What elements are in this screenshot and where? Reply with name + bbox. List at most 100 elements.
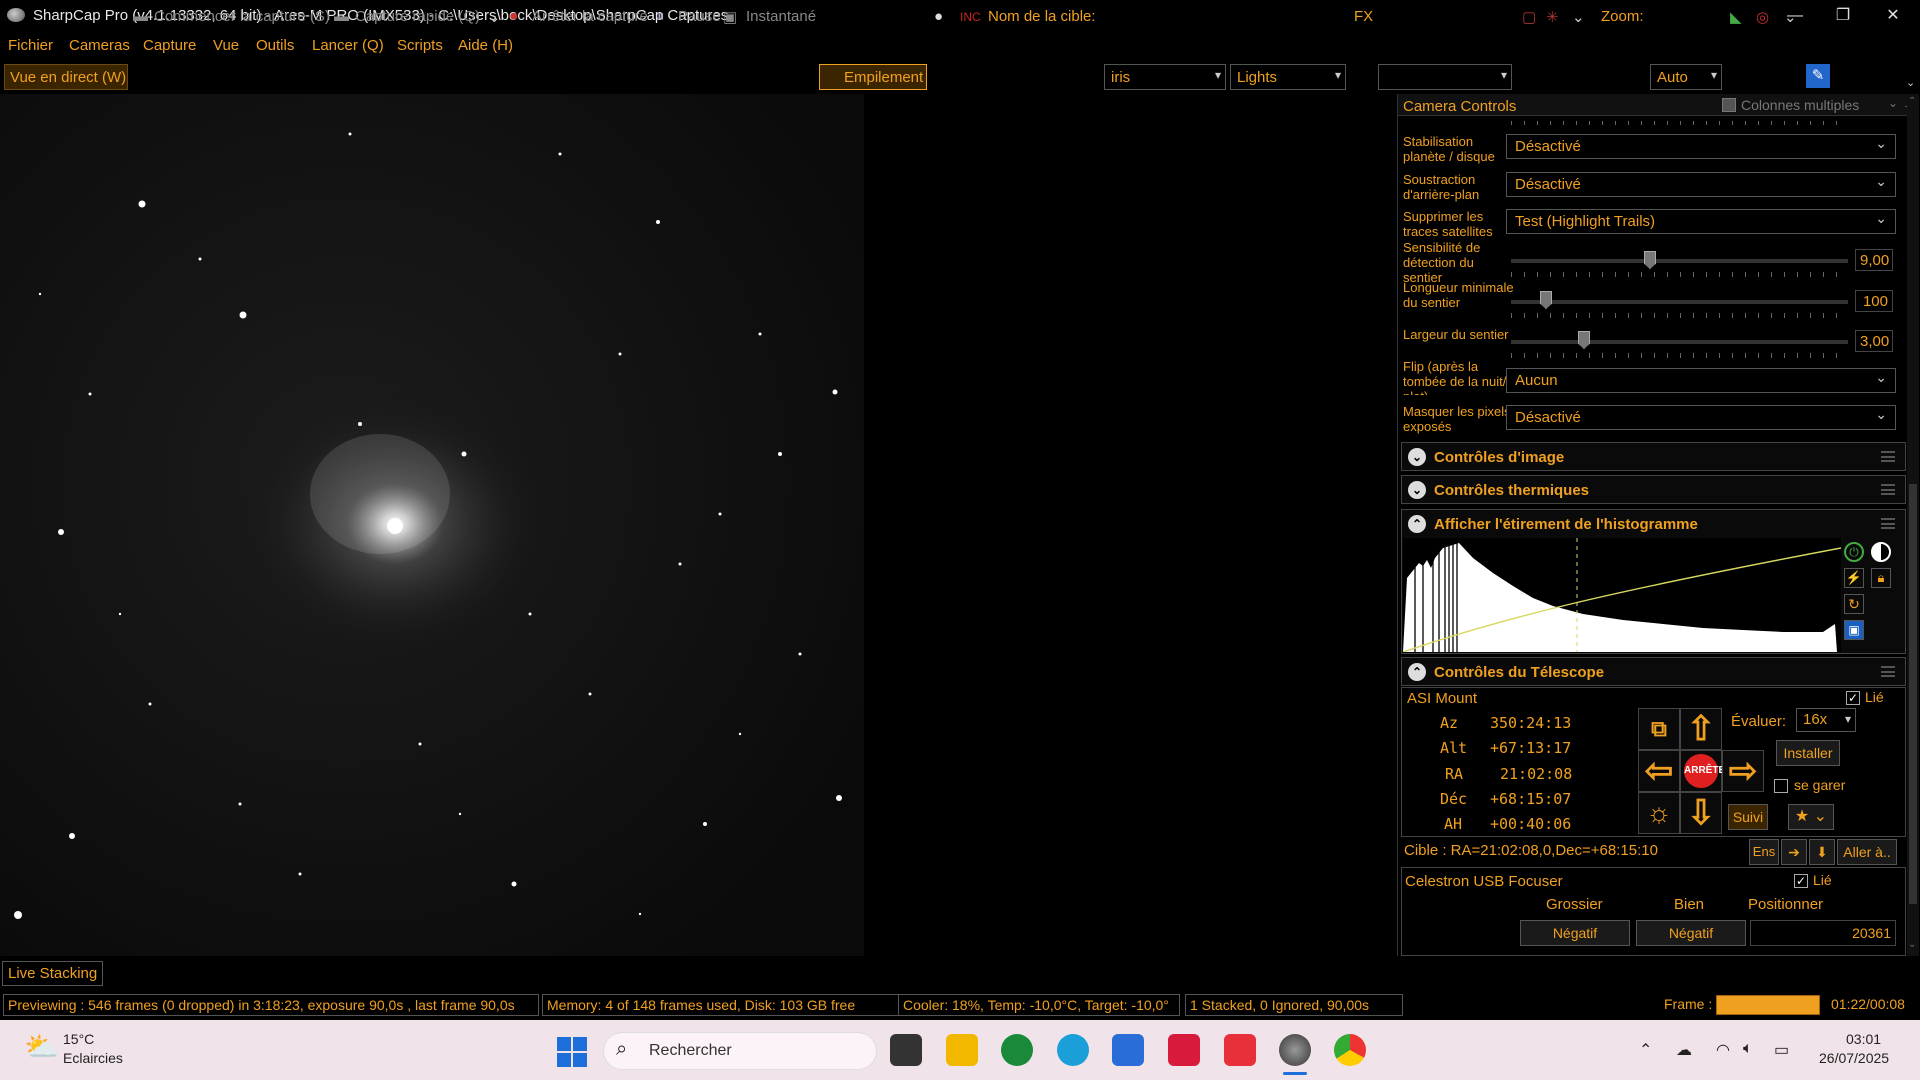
task-view-icon[interactable] <box>890 1034 922 1066</box>
windows-start-icon[interactable] <box>557 1037 587 1067</box>
set-button[interactable]: Ens <box>1749 839 1779 865</box>
trail-min-length-value[interactable]: 100 <box>1855 290 1893 312</box>
contrast-icon[interactable] <box>1871 542 1891 562</box>
menu-launch[interactable]: Lancer (Q) <box>312 37 384 54</box>
histogram-icon[interactable]: ◣ <box>1730 8 1742 26</box>
edge-icon[interactable] <box>1057 1034 1089 1066</box>
histogram-chart[interactable] <box>1403 538 1841 652</box>
save-icon[interactable]: ▣ <box>1844 620 1864 640</box>
coarse-negative-button[interactable]: Négatif <box>1520 920 1630 946</box>
stop-button[interactable]: ARRÊTE <box>1680 750 1725 792</box>
snapshot-button[interactable]: Instantané <box>746 8 816 25</box>
focuser-linked-checkbox[interactable]: ✓ <box>1794 874 1808 888</box>
fine-negative-button[interactable]: Négatif <box>1636 920 1746 946</box>
arrow-right-icon-2[interactable]: ➔ <box>1781 839 1807 865</box>
target-name-input[interactable]: iris <box>1104 64 1226 90</box>
park-checkbox[interactable] <box>1774 779 1788 793</box>
multi-columns-checkbox[interactable] <box>1722 98 1736 112</box>
weather-icon[interactable]: ⛅ <box>24 1030 59 1063</box>
close-button[interactable]: ✕ <box>1870 0 1916 31</box>
scroll-up-icon[interactable]: ⌃ <box>1908 96 1916 107</box>
background-subtraction-select[interactable]: Désactivé <box>1506 172 1896 197</box>
trail-width-slider[interactable] <box>1511 340 1848 344</box>
section-thermal-controls[interactable]: ⌄ Contrôles thermiques <box>1401 475 1906 504</box>
script-icon[interactable]: ✎ <box>1806 64 1830 88</box>
chevron-up-icon[interactable]: ⌃ <box>1408 515 1426 533</box>
fx-select[interactable] <box>1378 64 1512 90</box>
volume-icon[interactable]: 🔈︎ <box>1743 1040 1753 1058</box>
lightning-icon[interactable]: ⚡ <box>1844 568 1864 588</box>
trail-width-value[interactable]: 3,00 <box>1855 330 1893 352</box>
focus-box-icon[interactable]: ⧉ <box>1638 708 1680 750</box>
maximize-button[interactable]: ❐ <box>1820 0 1866 31</box>
arrow-down-icon-2[interactable]: ⬇ <box>1809 839 1835 865</box>
drag-grip-icon[interactable] <box>1881 484 1895 495</box>
scroll-down-icon[interactable]: ⌄ <box>1908 939 1916 950</box>
inc-icon[interactable]: INC <box>960 10 981 24</box>
panel-scrollbar[interactable]: ⌃ ⌄ <box>1907 94 1919 956</box>
stop-capture-button[interactable]: Arrêter la capture <box>532 8 648 25</box>
chevron-down-icon[interactable]: ⌄ <box>1408 481 1426 499</box>
menu-file[interactable]: Fichier <box>8 37 53 54</box>
trail-sensitivity-slider[interactable] <box>1511 259 1848 263</box>
reset-icon[interactable]: ↻ <box>1844 594 1864 614</box>
trail-width-thumb[interactable] <box>1578 331 1590 349</box>
menu-help[interactable]: Aide (H) <box>458 37 513 54</box>
menu-view[interactable]: Vue <box>213 37 239 54</box>
taskbar-search[interactable]: ⌕ Rechercher <box>603 1032 877 1070</box>
drag-grip-icon[interactable] <box>1881 451 1895 462</box>
cloud-icon[interactable]: ☁ <box>1676 1040 1692 1060</box>
menu-capture[interactable]: Capture <box>143 37 196 54</box>
wifi-icon[interactable]: ◠ <box>1716 1040 1730 1060</box>
quick-capture-button[interactable]: Capture rapide (Q) <box>355 8 480 25</box>
live-view-button[interactable]: Vue en direct (W) <box>4 64 128 90</box>
arrow-left-icon[interactable]: ⇦ <box>1638 750 1680 792</box>
satellite-trails-select[interactable]: Test (Highlight Trails) <box>1506 209 1896 234</box>
rate-select[interactable]: 16x <box>1796 708 1856 732</box>
tracking-button[interactable]: Suivi <box>1728 804 1768 830</box>
drag-grip-icon[interactable] <box>1881 518 1895 529</box>
install-button[interactable]: Installer <box>1776 740 1840 766</box>
chevron-down-icon-2[interactable]: ⌄ <box>1572 8 1585 26</box>
stabilisation-select[interactable]: Désactivé <box>1506 134 1896 159</box>
power-icon[interactable]: ⏻ <box>1844 542 1864 562</box>
trail-sensitivity-value[interactable]: 9,00 <box>1855 249 1893 271</box>
scrollbar-thumb[interactable] <box>1909 484 1917 904</box>
trail-min-length-thumb[interactable] <box>1540 291 1552 309</box>
section-telescope-controls[interactable]: ⌃ Contrôles du Télescope <box>1401 657 1906 686</box>
chevron-down-icon[interactable]: ⌄ <box>488 8 501 26</box>
menu-tools[interactable]: Outils <box>256 37 294 54</box>
app-icon-red-2[interactable] <box>1224 1034 1256 1066</box>
star-select[interactable]: ★ ⌄ <box>1788 804 1834 830</box>
arrow-up-icon[interactable]: ⇧ <box>1680 708 1722 750</box>
lock-icon[interactable]: 🔒︎ <box>1871 568 1891 588</box>
frame-type-select[interactable]: Lights <box>1230 64 1346 90</box>
store-icon[interactable] <box>1112 1034 1144 1066</box>
arrow-right-icon[interactable]: ⇨ <box>1722 750 1764 792</box>
stacking-button[interactable]: Empilement <box>819 64 927 90</box>
moon-icon[interactable]: ● <box>934 8 943 25</box>
chrome-icon[interactable] <box>1334 1034 1366 1066</box>
mask-exposed-select[interactable]: Désactivé <box>1506 405 1896 430</box>
reticle-icon[interactable]: ▢ <box>1522 8 1536 26</box>
image-preview[interactable] <box>0 94 864 956</box>
start-capture-button[interactable]: Commencer la capture (S) <box>154 8 330 25</box>
mount-linked-checkbox[interactable]: ✓ <box>1846 691 1860 705</box>
goto-button[interactable]: Aller à.. <box>1837 839 1897 865</box>
zoom-select[interactable]: Auto <box>1650 64 1722 90</box>
chevron-up-icon[interactable]: ⌃ <box>1408 663 1426 681</box>
focuser-position-value[interactable]: 20361 <box>1750 920 1896 946</box>
battery-icon[interactable]: ▭ <box>1774 1040 1789 1060</box>
app-icon-green[interactable] <box>1001 1034 1033 1066</box>
file-explorer-icon[interactable] <box>946 1034 978 1066</box>
focus-icon[interactable]: ◎ <box>1756 8 1769 26</box>
chevron-up-icon[interactable]: ⌃ <box>1639 1040 1652 1060</box>
chevron-down-icon[interactable]: ⌄ <box>1408 448 1426 466</box>
app-icon-red[interactable] <box>1168 1034 1200 1066</box>
pause-button[interactable]: Pause <box>678 8 721 25</box>
chevron-down-icon[interactable]: ⌄ <box>1888 96 1898 110</box>
crosshair-icon[interactable]: ✳ <box>1546 8 1559 26</box>
live-stacking-tab[interactable]: Live Stacking <box>2 961 104 986</box>
menu-scripts[interactable]: Scripts <box>397 37 443 54</box>
drag-grip-icon[interactable] <box>1881 666 1895 677</box>
